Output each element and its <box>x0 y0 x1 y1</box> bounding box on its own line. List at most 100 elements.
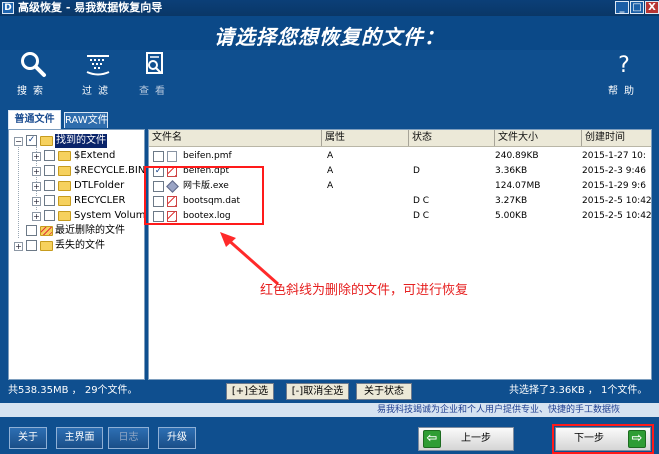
deleted-file-icon <box>167 211 177 222</box>
deleted-file-icon <box>167 196 177 207</box>
cell-size: 3.27KB <box>495 196 528 206</box>
column-header-name[interactable]: 文件名 <box>149 130 322 146</box>
tree-checkbox[interactable] <box>26 240 37 251</box>
close-button[interactable]: X <box>645 1 659 14</box>
expand-icon[interactable]: + <box>32 167 41 176</box>
about-status-button[interactable]: 关于状态 <box>356 383 412 400</box>
main-screen-button[interactable]: 主界面 <box>56 427 103 449</box>
tab-raw-files[interactable]: RAW文件 <box>64 112 108 128</box>
search-button[interactable]: 搜索 <box>14 50 52 108</box>
folder-icon <box>58 166 71 176</box>
tree-checkbox[interactable] <box>44 150 55 161</box>
table-row[interactable]: beifen.pmf A 240.89KB 2015-1-27 10: <box>149 149 651 164</box>
filter-button[interactable]: 过滤 <box>78 50 118 108</box>
expand-icon[interactable]: + <box>14 242 23 251</box>
marquee-text: 易我科技竭诚为企业和个人用户提供专业、快捷的手工数据恢 <box>377 405 621 415</box>
cell-name: beifen.pmf <box>183 151 232 161</box>
cell-created: 2015-2-3 9:46 <box>582 166 646 176</box>
upgrade-button[interactable]: 升级 <box>158 427 196 449</box>
tree-node-recent-deleted[interactable]: 最近删除的文件 <box>9 224 144 238</box>
cell-size: 3.36KB <box>495 166 528 176</box>
column-header-attr[interactable]: 属性 <box>322 130 409 146</box>
deleted-file-icon <box>167 166 177 177</box>
previous-step-button[interactable]: ⇦ 上一步 <box>418 427 514 451</box>
column-header-size[interactable]: 文件大小 <box>495 130 582 146</box>
tree-checkbox[interactable] <box>44 180 55 191</box>
cell-name: 网卡版.exe <box>183 181 229 191</box>
select-all-button[interactable]: [+]全选 <box>226 383 274 400</box>
tree-node[interactable]: + $RECYCLE.BIN <box>9 164 145 178</box>
tree-checkbox[interactable]: ✓ <box>26 135 37 146</box>
row-checkbox[interactable] <box>153 181 164 192</box>
cell-status: D C <box>413 211 430 221</box>
column-header-status[interactable]: 状态 <box>409 130 495 146</box>
row-checkbox[interactable] <box>153 196 164 207</box>
maximize-button[interactable]: □ <box>630 1 644 14</box>
table-row[interactable]: bootsqm.dat D C 3.27KB 2015-2-5 10:42 <box>149 194 652 209</box>
tree-node[interactable]: + $Extend <box>9 149 144 163</box>
deleted-folder-icon <box>40 226 53 236</box>
row-checkbox[interactable]: ✓ <box>153 166 164 177</box>
folder-icon <box>40 136 53 146</box>
tree-node-found-files[interactable]: − ✓ 找到的文件 <box>9 134 144 148</box>
filter-label: 过滤 <box>82 86 114 97</box>
tab-normal-files[interactable]: 普通文件 <box>8 110 61 129</box>
next-step-label: 下一步 <box>574 433 604 444</box>
previous-step-label: 上一步 <box>461 433 491 444</box>
expand-icon[interactable]: + <box>32 182 41 191</box>
search-label: 搜索 <box>17 86 49 97</box>
tree-node-label: DTLFolder <box>74 180 125 191</box>
cell-size: 5.00KB <box>495 211 528 221</box>
row-checkbox[interactable] <box>153 211 164 222</box>
tree-node-lost[interactable]: + 丢失的文件 <box>9 239 144 253</box>
tree-node-label: 最近删除的文件 <box>55 225 125 236</box>
cell-attr: A <box>327 151 334 161</box>
table-row[interactable]: 网卡版.exe A 124.07MB 2015-1-29 9:6 <box>149 179 651 194</box>
table-row[interactable]: bootex.log D C 5.00KB 2015-2-5 10:42 <box>149 209 651 224</box>
cell-status: D <box>413 166 420 176</box>
about-button[interactable]: 关于 <box>9 427 47 449</box>
view-button[interactable]: 查看 <box>136 50 174 108</box>
page-title: 请选择您想恢复的文件： <box>214 25 445 49</box>
view-tabs: 普通文件 RAW文件 <box>0 110 659 130</box>
title-bar: D 高级恢复 - 易我数据恢复向导 _ □ X <box>0 0 659 16</box>
tree-node[interactable]: + RECYCLER <box>9 194 144 208</box>
tree-node[interactable]: + DTLFolder <box>9 179 144 193</box>
expand-icon[interactable]: + <box>32 212 41 221</box>
help-button[interactable]: ? 帮助 <box>607 50 641 108</box>
folder-icon <box>58 196 71 206</box>
minimize-button[interactable]: _ <box>615 1 629 14</box>
expand-icon[interactable]: + <box>32 152 41 161</box>
tree-node-label: $RECYCLE.BIN <box>74 165 145 176</box>
window-title: 高级恢复 - 易我数据恢复向导 <box>18 1 163 14</box>
svg-text:?: ? <box>618 53 630 78</box>
file-list: 文件名 属性 状态 文件大小 创建时间 beifen.pmf A 240.89K… <box>148 129 652 380</box>
row-checkbox[interactable] <box>153 151 164 162</box>
cell-size: 124.07MB <box>495 181 541 191</box>
folder-tree: − ✓ 找到的文件 + $Extend + $RECYCLE.BIN + DTL… <box>8 129 145 380</box>
toolbar: 搜索 过滤 查看 ? 帮助 <box>0 50 659 108</box>
tree-checkbox[interactable] <box>44 195 55 206</box>
tree-checkbox[interactable] <box>26 225 37 236</box>
log-button[interactable]: 日志 <box>108 427 149 449</box>
cell-size: 240.89KB <box>495 151 539 161</box>
cell-attr: A <box>327 166 334 176</box>
cell-created: 2015-2-5 10:42 <box>582 196 652 206</box>
tree-checkbox[interactable] <box>44 210 55 221</box>
tree-node-label: System Volume <box>74 210 145 221</box>
marquee-banner: 易我科技竭诚为企业和个人用户提供专业、快捷的手工数据恢 <box>0 403 659 417</box>
table-header: 文件名 属性 状态 文件大小 创建时间 <box>149 130 651 147</box>
cell-attr: A <box>327 181 334 191</box>
tree-node-label: RECYCLER <box>74 195 126 206</box>
collapse-icon[interactable]: − <box>14 137 23 146</box>
app-logo-icon: D <box>2 2 14 14</box>
next-step-button[interactable]: 下一步 ⇨ <box>552 424 654 454</box>
column-header-created[interactable]: 创建时间 <box>582 130 651 146</box>
table-row[interactable]: ✓ beifen.dpt A D 3.36KB 2015-2-3 9:46 <box>149 164 651 179</box>
unselect-all-button[interactable]: [-]取消全选 <box>286 383 349 400</box>
tree-node[interactable]: + System Volume <box>9 209 145 223</box>
tree-checkbox[interactable] <box>44 165 55 176</box>
search-icon <box>21 52 46 77</box>
arrow-right-icon: ⇨ <box>628 430 646 448</box>
expand-icon[interactable]: + <box>32 197 41 206</box>
